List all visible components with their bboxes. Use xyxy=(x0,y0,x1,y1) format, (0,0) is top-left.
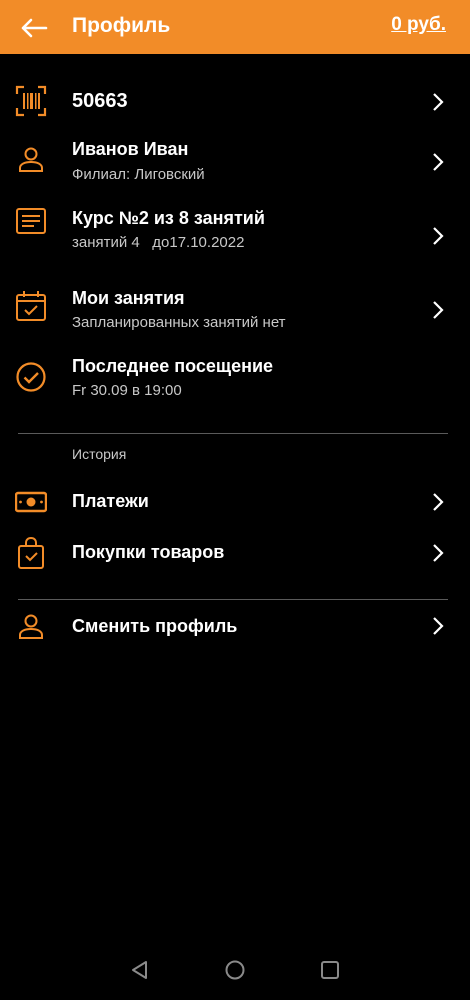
calendar-check-icon xyxy=(14,289,48,323)
history-section-label: История xyxy=(72,446,127,462)
payments-title: Платежи xyxy=(72,491,149,511)
last-visit-title: Последнее посещение xyxy=(72,356,274,376)
page-title: Профиль xyxy=(72,14,171,37)
card-number-row[interactable]: 50663 xyxy=(0,80,470,124)
course-row[interactable]: Курс №2 из 8 занятий занятий 4 до17.10.2… xyxy=(0,204,470,260)
document-icon xyxy=(14,204,48,238)
arrow-left-icon xyxy=(21,18,48,38)
course-details: занятий 4 до17.10.2022 xyxy=(72,234,245,251)
profile-row[interactable]: Иванов Иван Филиал: Лиговский xyxy=(0,136,470,188)
switch-profile-title: Сменить профиль xyxy=(72,616,238,636)
chevron-right-icon xyxy=(428,299,448,321)
back-triangle-icon xyxy=(132,961,147,979)
profile-branch: Филиал: Лиговский xyxy=(72,166,205,183)
system-home-button[interactable] xyxy=(223,958,247,982)
person-icon xyxy=(14,609,48,643)
chevron-right-icon xyxy=(428,615,448,637)
shopping-bag-icon xyxy=(14,536,48,570)
chevron-right-icon xyxy=(428,491,448,513)
my-classes-title: Мои занятия xyxy=(72,288,185,308)
recents-square-icon xyxy=(321,961,339,979)
card-number: 50663 xyxy=(72,90,128,112)
divider xyxy=(18,599,448,600)
barcode-icon xyxy=(14,84,48,118)
system-nav-bar xyxy=(0,940,470,1000)
chevron-right-icon xyxy=(428,91,448,113)
profile-name: Иванов Иван xyxy=(72,139,189,159)
cash-icon xyxy=(14,485,48,519)
app-bar: Профиль 0 руб. xyxy=(0,0,470,54)
payments-row[interactable]: Платежи xyxy=(0,484,470,520)
balance-link[interactable]: 0 руб. xyxy=(391,14,446,36)
my-classes-status: Запланированных занятий нет xyxy=(72,314,286,331)
system-back-button[interactable] xyxy=(128,958,152,982)
system-recents-button[interactable] xyxy=(318,958,342,982)
home-circle-icon xyxy=(225,960,245,980)
chevron-right-icon xyxy=(428,151,448,173)
divider xyxy=(18,433,448,434)
my-classes-row[interactable]: Мои занятия Запланированных занятий нет xyxy=(0,284,470,340)
switch-profile-row[interactable]: Сменить профиль xyxy=(0,608,470,644)
last-visit-row: Последнее посещение Fr 30.09 в 19:00 xyxy=(0,352,470,404)
last-visit-date: Fr 30.09 в 19:00 xyxy=(72,382,182,399)
person-icon xyxy=(14,142,48,176)
chevron-right-icon xyxy=(428,225,448,247)
purchases-row[interactable]: Покупки товаров xyxy=(0,534,470,572)
chevron-right-icon xyxy=(428,542,448,564)
purchases-title: Покупки товаров xyxy=(72,542,225,562)
course-title: Курс №2 из 8 занятий xyxy=(72,208,265,228)
check-circle-icon xyxy=(14,360,48,394)
back-button[interactable] xyxy=(18,12,50,44)
